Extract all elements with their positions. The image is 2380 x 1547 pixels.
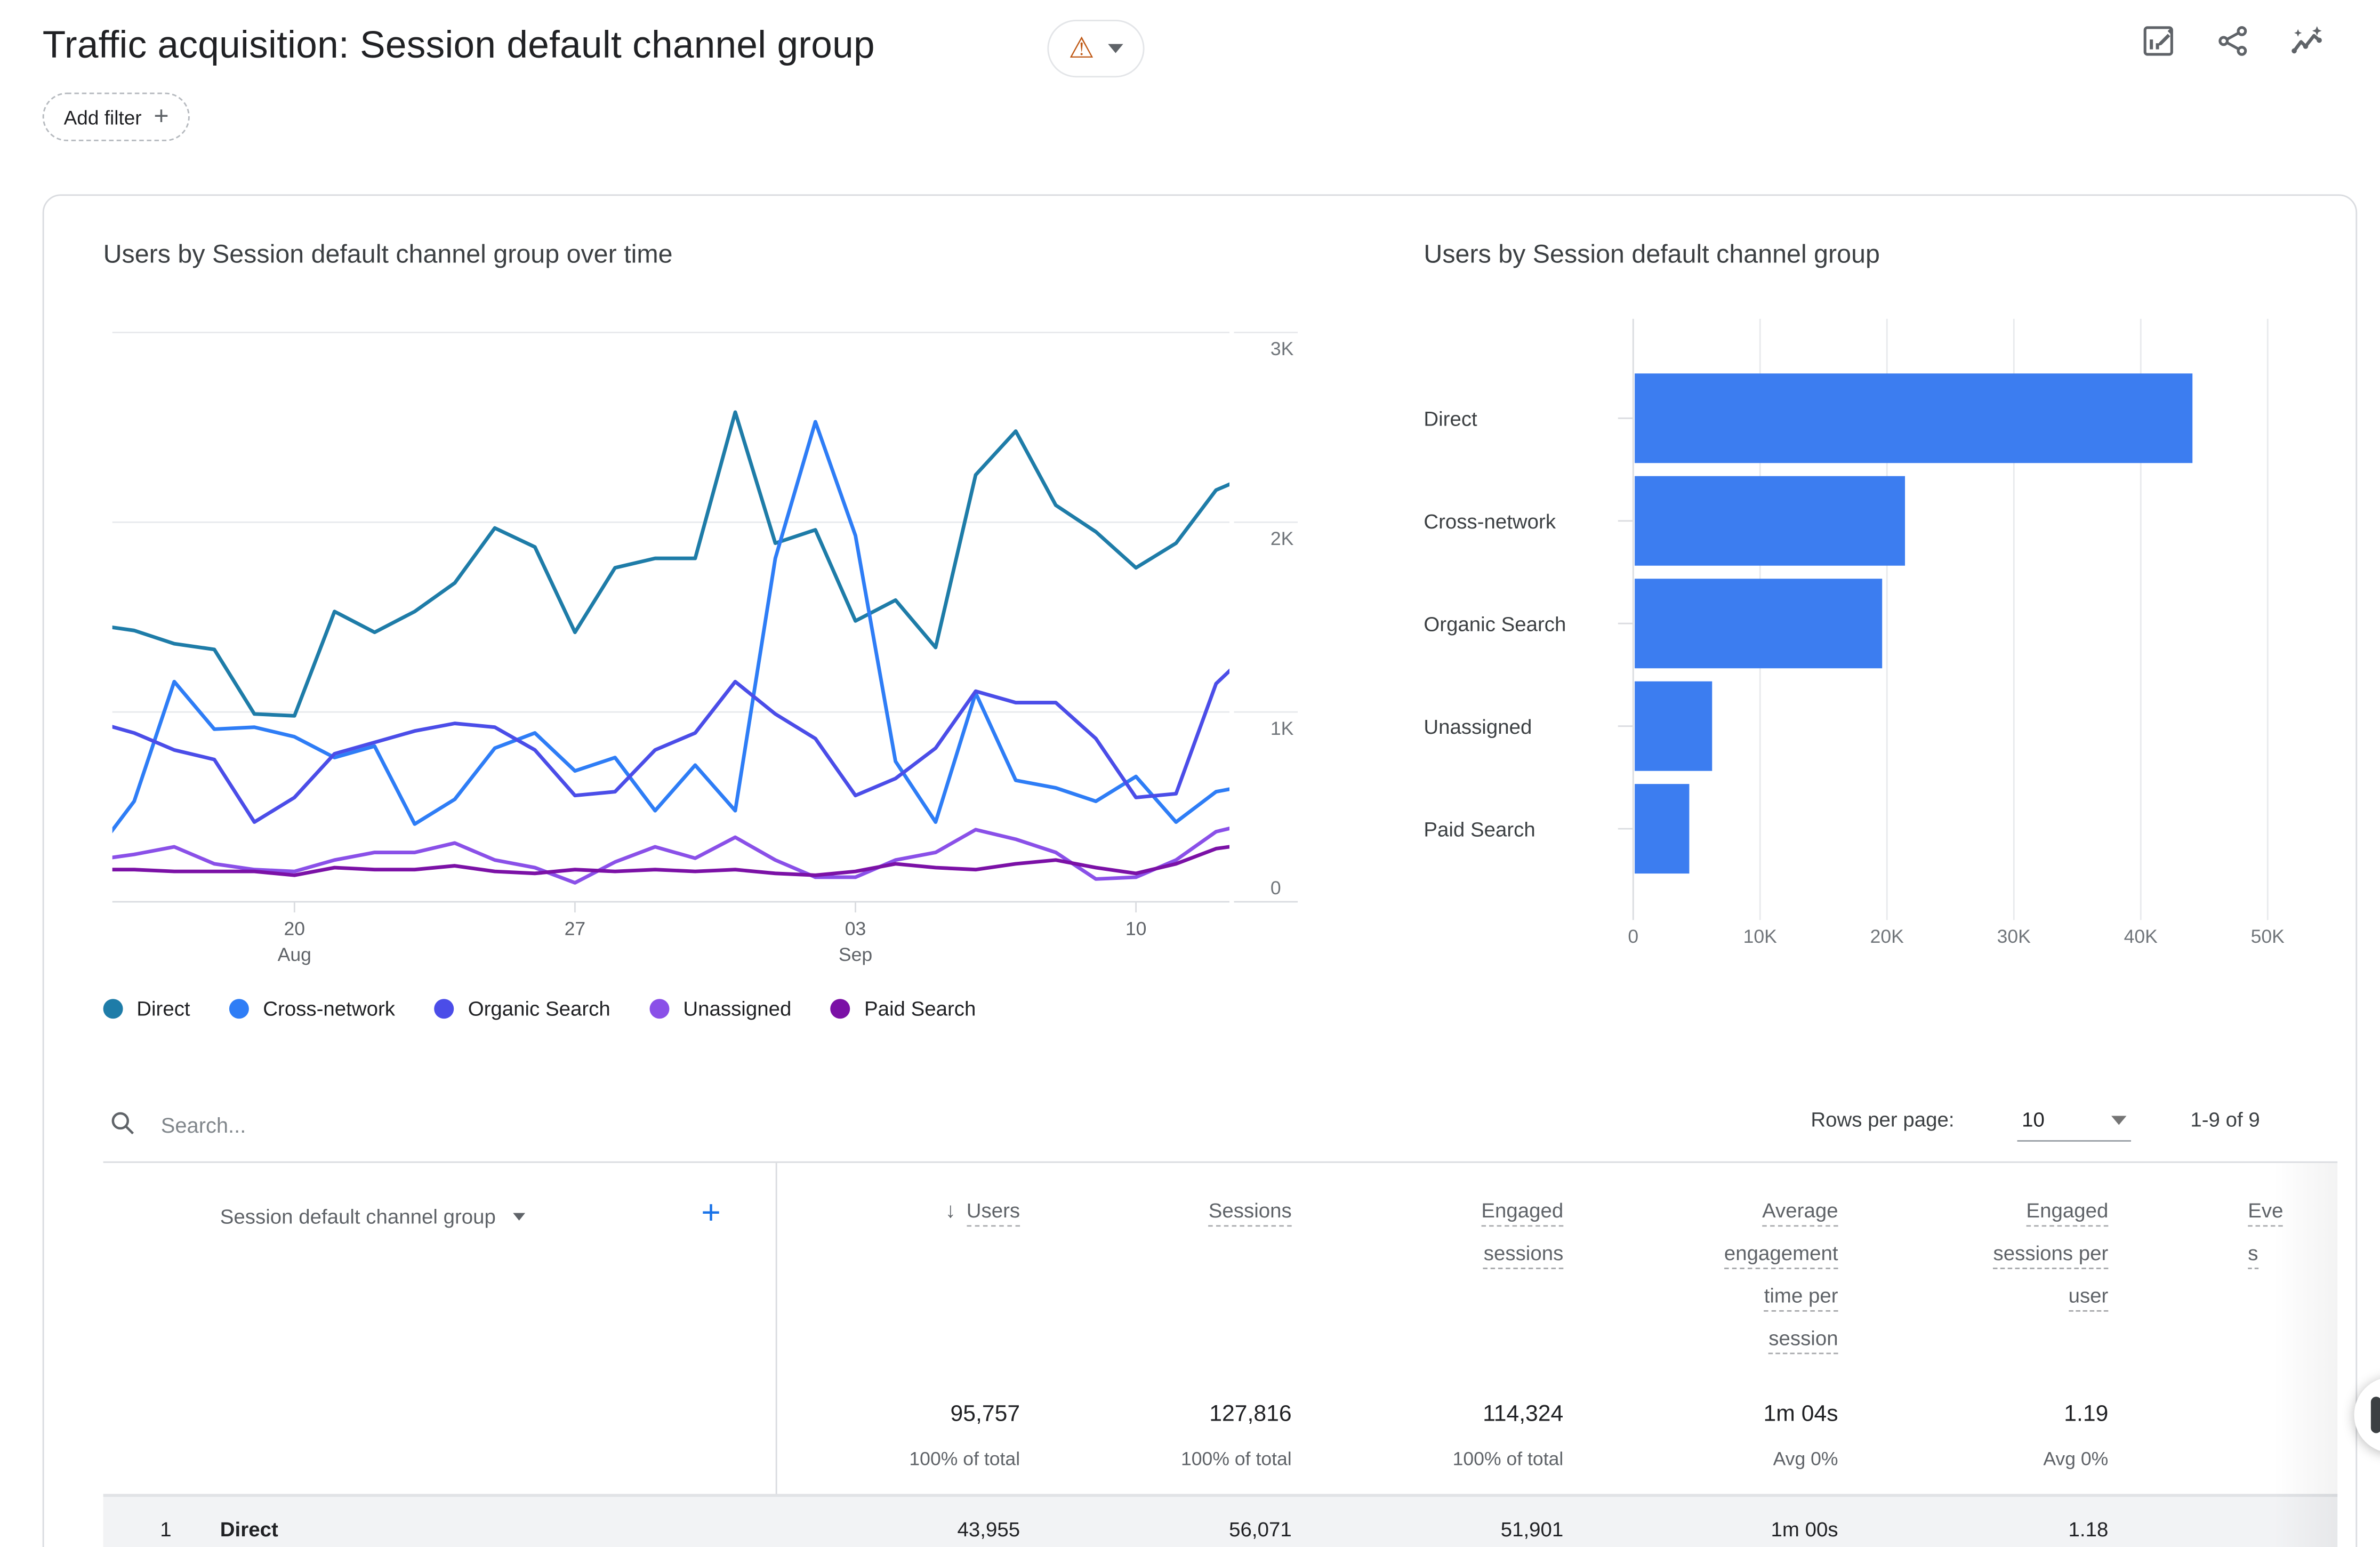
add-filter-button[interactable]: Add filter + [42, 92, 190, 141]
insights-icon[interactable] [2289, 23, 2325, 59]
chevron-down-icon [2111, 1115, 2127, 1125]
column-header-users[interactable]: ↓ Users [731, 1198, 1020, 1227]
legend-label: Direct [136, 996, 190, 1020]
report-toolbar [2140, 23, 2325, 59]
legend-label: Paid Search [864, 996, 976, 1020]
totals-percent: Avg 0% [2043, 1448, 2109, 1470]
legend-item-paid-search[interactable]: Paid Search [831, 997, 976, 1020]
bar-chart-title: Users by Session default channel group [1424, 239, 1880, 269]
page-title: Traffic acquisition: Session default cha… [42, 24, 875, 67]
column-header-engaged-sessions-per-user[interactable]: Engaged sessions per user [1820, 1198, 2109, 1312]
totals-percent: Avg 0% [1773, 1448, 1838, 1470]
totals-value: 114,324 [1483, 1401, 1564, 1428]
table-cell: 1m 00s [1771, 1518, 1838, 1541]
column-header-label: s [2248, 1241, 2258, 1270]
pagination-range: 1-9 of 9 [2190, 1108, 2260, 1131]
warning-icon: ⚠ [1068, 33, 1095, 65]
legend-dot-icon [103, 998, 123, 1018]
line-chart-title: Users by Session default channel group o… [103, 239, 673, 269]
legend-label: Unassigned [683, 996, 792, 1020]
dimension-header-dropdown[interactable]: Session default channel group [220, 1205, 525, 1228]
chevron-down-icon [512, 1213, 525, 1221]
totals-percent: 100% of total [1180, 1448, 1292, 1470]
rows-per-page-label: Rows per page: [1811, 1108, 1955, 1131]
column-header-sessions[interactable]: Sessions [1003, 1198, 1292, 1227]
add-dimension-button[interactable]: + [701, 1196, 721, 1230]
search-icon [111, 1112, 134, 1135]
legend-dot-icon [435, 998, 455, 1018]
drag-handle-icon [2370, 1397, 2380, 1433]
sort-descending-icon: ↓ [945, 1198, 956, 1222]
table-top-divider [103, 1161, 2338, 1163]
column-header-label: sessions per [1993, 1241, 2109, 1270]
legend-dot-icon [649, 998, 670, 1018]
column-header-engaged-sessions[interactable]: Engaged sessions [1275, 1198, 1564, 1270]
table-cell: 1.18 [2068, 1518, 2109, 1541]
totals-percent: 100% of total [909, 1448, 1020, 1470]
line-chart-legend: Direct Cross-network Organic Search Unassig… [103, 995, 976, 1022]
totals-value: 1m 04s [1763, 1401, 1838, 1428]
column-header-label: session [1768, 1327, 1838, 1354]
ga4-traffic-acquisition-report: Traffic acquisition: Session default cha… [0, 0, 2380, 1547]
legend-item-unassigned[interactable]: Unassigned [649, 996, 792, 1020]
totals-value: 127,816 [1209, 1401, 1292, 1428]
data-quality-dropdown[interactable]: ⚠ [1047, 20, 1145, 78]
legend-label: Cross-network [263, 996, 396, 1020]
legend-dot-icon [831, 998, 851, 1018]
legend-label: Organic Search [468, 996, 610, 1020]
table-cell: 51,901 [1500, 1518, 1564, 1541]
customize-report-icon[interactable] [2140, 23, 2176, 59]
table-cell: 56,071 [1229, 1518, 1292, 1541]
column-header-average-engagement-time-per-session[interactable]: Average engagement time per session [1550, 1198, 1838, 1354]
totals-value: 1.19 [2064, 1401, 2109, 1428]
row-dimension-value: Direct [220, 1518, 278, 1541]
column-header-label: user [2068, 1284, 2109, 1312]
table-cell: 43,955 [957, 1518, 1020, 1541]
totals-percent: 100% of total [1452, 1448, 1564, 1470]
chevron-down-icon [1108, 44, 1123, 53]
legend-item-organic-search[interactable]: Organic Search [435, 997, 610, 1020]
search-input[interactable] [158, 1103, 1014, 1147]
share-icon[interactable] [2215, 23, 2251, 59]
totals-value: 95,757 [950, 1401, 1020, 1428]
legend-dot-icon [229, 998, 250, 1018]
report-card [42, 194, 2358, 1547]
rows-per-page-select[interactable]: 10 [2017, 1099, 2132, 1142]
horizontal-scroll-shadow [2273, 1163, 2338, 1547]
expand-panel-button[interactable] [2354, 1377, 2380, 1453]
column-header-label: Engaged [2026, 1199, 2109, 1227]
legend-item-cross-network[interactable]: Cross-network [229, 996, 396, 1020]
plus-icon: + [154, 101, 169, 130]
legend-item-direct[interactable]: Direct [103, 997, 190, 1020]
row-index: 1 [160, 1518, 172, 1541]
